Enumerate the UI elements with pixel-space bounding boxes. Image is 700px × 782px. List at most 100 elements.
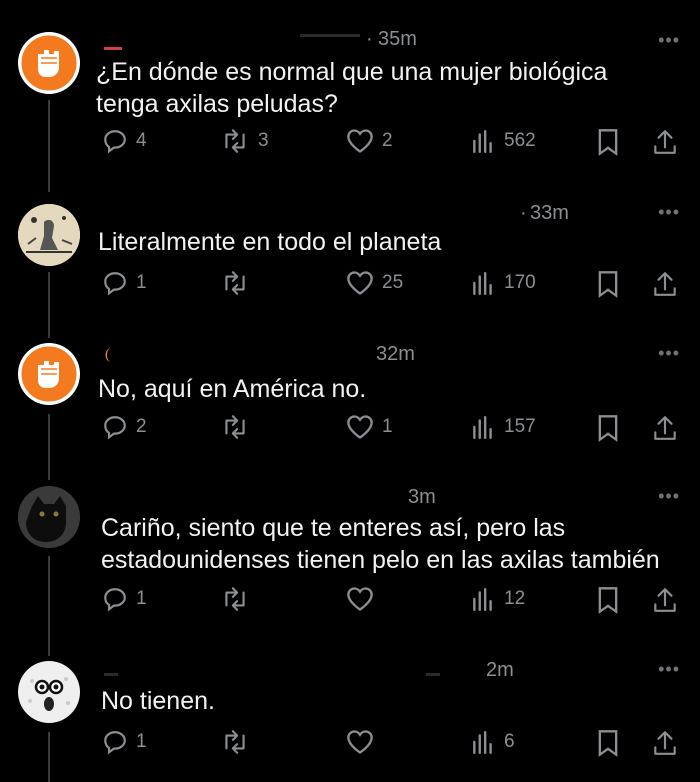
bookmark-button[interactable]: [596, 414, 620, 442]
username-blur: [426, 673, 440, 676]
like-count: 1: [382, 416, 393, 437]
reply-count: 2: [136, 416, 147, 437]
views-count: 170: [504, 272, 536, 293]
reply-count: 1: [136, 272, 147, 293]
repost-button[interactable]: [220, 414, 258, 440]
heart-icon: [347, 271, 373, 295]
share-button[interactable]: [652, 586, 678, 614]
share-icon: [654, 731, 676, 755]
like-button[interactable]: 1: [346, 414, 393, 440]
username-blur: [104, 47, 122, 50]
like-button[interactable]: 25: [346, 270, 403, 296]
repost-button[interactable]: 3: [220, 128, 269, 154]
black-cat-icon: [18, 486, 80, 548]
avatar[interactable]: [18, 32, 80, 94]
reply-button[interactable]: 2: [102, 414, 147, 440]
timestamp-dot: ·: [520, 202, 527, 224]
views-count: 6: [504, 731, 515, 752]
repost-button[interactable]: [220, 270, 258, 296]
reply-count: 4: [136, 130, 147, 151]
share-button[interactable]: [652, 414, 678, 442]
repost-count: 3: [258, 130, 269, 151]
share-icon: [654, 588, 676, 612]
views-icon: [473, 272, 492, 296]
timestamp-dot: ·: [366, 28, 373, 50]
views-button[interactable]: 157: [470, 414, 536, 440]
views-button[interactable]: 12: [470, 586, 525, 612]
reply-button[interactable]: 1: [102, 586, 147, 612]
bookmark-icon: [598, 415, 618, 442]
action-bar: 4 3 2 562: [96, 128, 686, 158]
bookmark-button[interactable]: [596, 270, 620, 298]
bookmark-icon: [598, 271, 618, 298]
username-blur: [104, 673, 118, 676]
timestamp[interactable]: 35m: [378, 28, 417, 51]
more-icon[interactable]: •••: [658, 659, 680, 680]
tweet[interactable]: · 33m ••• Literalmente en todo el planet…: [0, 190, 700, 335]
views-button[interactable]: 170: [470, 270, 536, 296]
repost-icon: [225, 415, 245, 439]
views-icon: [473, 416, 492, 440]
more-icon[interactable]: •••: [658, 343, 680, 364]
reply-button[interactable]: 1: [102, 729, 147, 755]
repost-button[interactable]: [220, 729, 258, 755]
share-button[interactable]: [652, 270, 678, 298]
bookmark-button[interactable]: [596, 729, 620, 757]
reply-icon: [104, 416, 126, 440]
bookmark-button[interactable]: [596, 586, 620, 614]
views-count: 562: [504, 130, 536, 151]
like-count: 2: [382, 130, 393, 151]
timestamp[interactable]: 2m: [486, 659, 514, 682]
repost-icon: [225, 587, 245, 611]
like-button[interactable]: 2: [346, 128, 393, 154]
bookmark-button[interactable]: [596, 128, 620, 156]
heart-icon: [347, 129, 373, 153]
views-button[interactable]: 6: [470, 729, 515, 755]
avatar[interactable]: [18, 204, 80, 266]
share-button[interactable]: [652, 128, 678, 156]
reply-count: 1: [136, 588, 147, 609]
reply-button[interactable]: 1: [102, 270, 147, 296]
like-button[interactable]: [346, 729, 382, 755]
avatar[interactable]: [18, 661, 80, 723]
like-button[interactable]: [346, 586, 382, 612]
reply-count: 1: [136, 731, 147, 752]
tweet-text: Literalmente en todo el planeta: [98, 228, 442, 256]
share-icon: [654, 416, 676, 440]
bookmark-icon: [598, 129, 618, 156]
views-icon: [473, 588, 492, 612]
views-count: 157: [504, 416, 536, 437]
share-button[interactable]: [652, 729, 678, 757]
tweet-text: Cariño, siento que te enteres así, pero …: [101, 514, 660, 574]
timestamp[interactable]: 33m: [530, 202, 569, 225]
repost-icon: [225, 271, 245, 295]
raised-fist-icon: [18, 343, 80, 405]
tweet-text: No tienen.: [101, 687, 215, 715]
tweet[interactable]: 2m ••• No tienen. 1 6: [0, 655, 700, 782]
action-bar: 1 25 170: [96, 270, 686, 300]
raised-fist-icon: [18, 32, 80, 94]
avatar[interactable]: [18, 343, 80, 405]
more-icon[interactable]: •••: [658, 202, 680, 223]
share-icon: [654, 130, 676, 154]
timestamp[interactable]: 3m: [408, 486, 436, 509]
repost-button[interactable]: [220, 586, 258, 612]
timestamp[interactable]: 32m: [376, 343, 415, 366]
avatar[interactable]: [18, 486, 80, 548]
username-blur: [300, 34, 360, 37]
tweet[interactable]: 35m · ••• ¿En dónde es normal que una mu…: [0, 0, 700, 190]
more-icon[interactable]: •••: [658, 486, 680, 507]
heart-icon: [347, 587, 373, 611]
views-icon: [473, 731, 492, 755]
reply-button[interactable]: 4: [102, 128, 147, 154]
views-button[interactable]: 562: [470, 128, 536, 154]
heart-icon: [347, 730, 373, 754]
more-icon[interactable]: •••: [658, 30, 680, 51]
golf-ball-face-icon: [19, 662, 79, 722]
tweet[interactable]: 3m ••• Cariño, siento que te enteres así…: [0, 480, 700, 655]
reply-icon: [104, 588, 126, 612]
tweet-text: No, aquí en América no.: [98, 375, 367, 403]
tweet[interactable]: 32m ••• No, aquí en América no. 2 1 157: [0, 335, 700, 480]
views-icon: [473, 130, 492, 154]
heart-icon: [347, 415, 373, 439]
